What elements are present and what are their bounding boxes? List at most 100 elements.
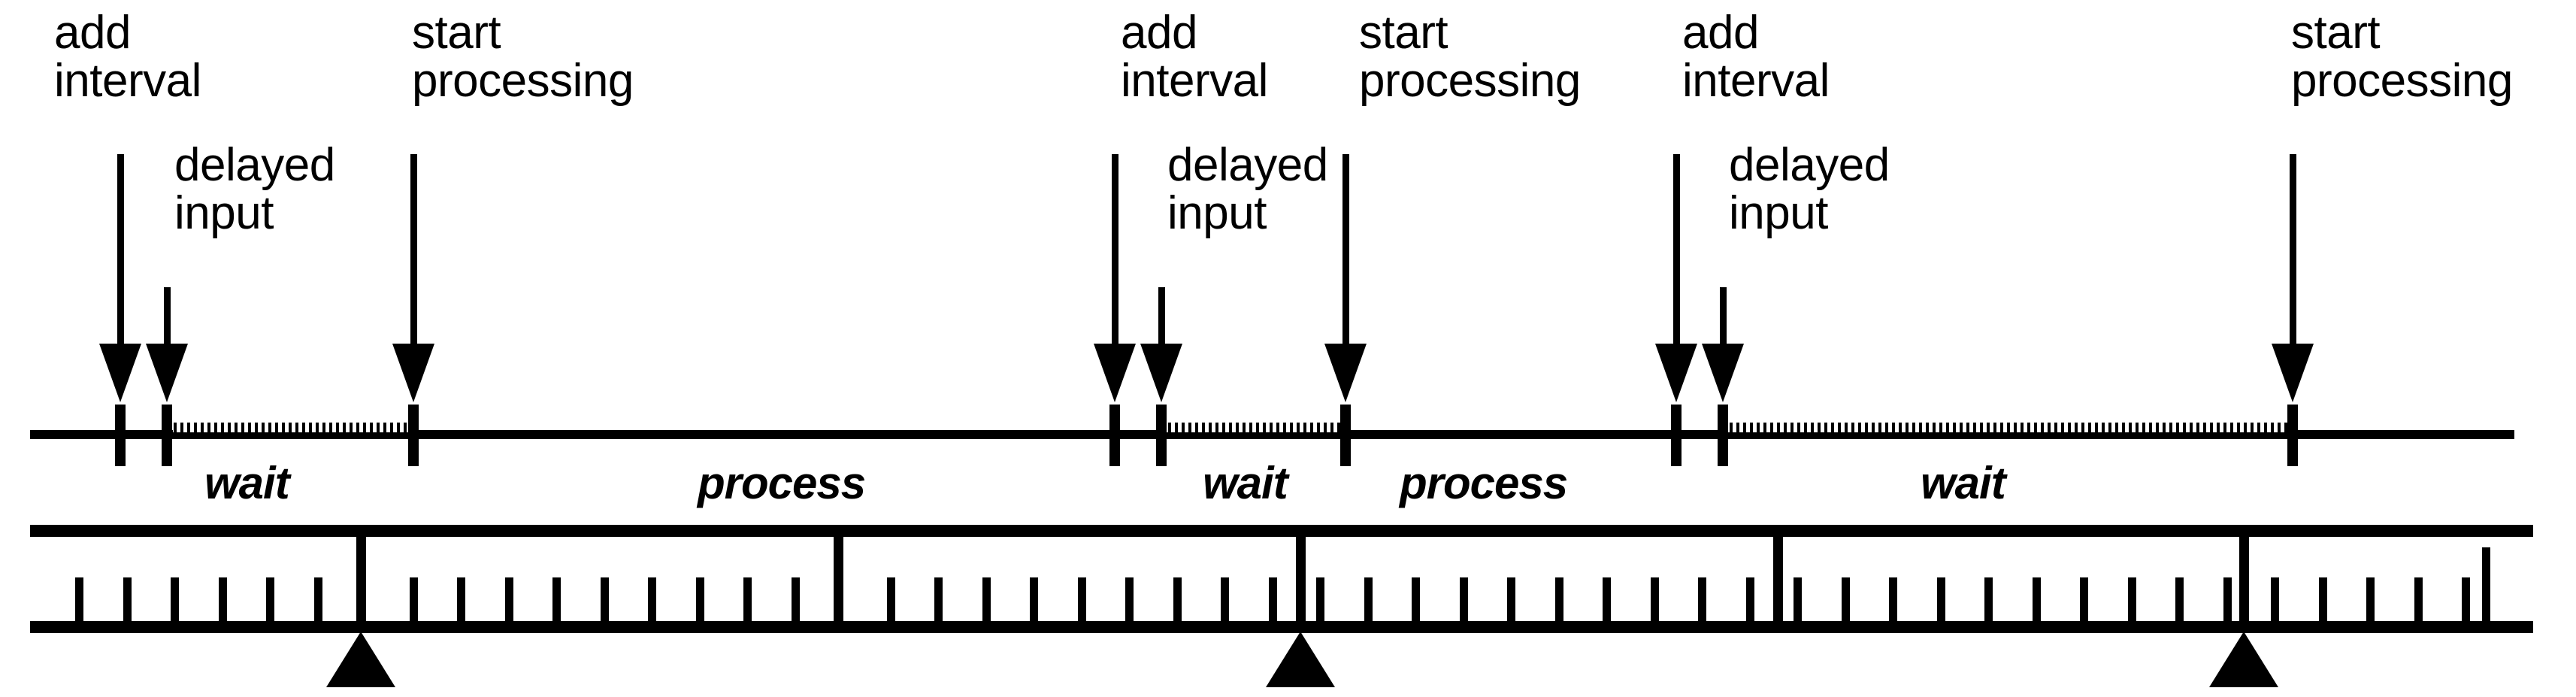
ruler-tick [1125,577,1134,621]
ruler-divider-1 [356,531,366,624]
arrow-head-icon [1702,344,1744,402]
ruler-tick [1984,577,1993,621]
ruler-tick [1936,577,1945,621]
ruler-tick [2080,577,2088,621]
arrow-shaft-icon [1720,287,1727,344]
timeline-event-mark-delayed-input-3[interactable] [1718,405,1728,466]
arrow-head-icon [146,344,188,402]
annotation-label-delayed-input-2: delayed input [1167,139,1328,239]
phase-label-wait-3: wait [1921,458,2006,508]
ruler-tick [2223,577,2232,621]
ruler-tick [982,577,991,621]
timeline-segment-process-1 [412,430,1118,439]
ruler-tick [2032,577,2041,621]
ruler-marker-triangle-2 [1266,632,1335,687]
ruler-tick [457,577,465,621]
ruler-tick [600,577,609,621]
ruler-tick [1221,577,1229,621]
ruler-tick [1173,577,1182,621]
timeline-segment-solid-1 [30,430,173,439]
ruler-tick [791,577,800,621]
ruler-tick-tall [2482,547,2490,621]
ruler-tick [2366,577,2375,621]
ruler-tick [171,577,179,621]
ruler-divider-4 [1773,531,1783,624]
arrow-head-icon [1140,344,1182,402]
annotation-label-add-interval-3: add interval [1682,7,1830,107]
ruler-tick [934,577,943,621]
annotation-label-start-processing-2: start processing [1359,7,1581,107]
ruler-tick [2271,577,2279,621]
ruler-tick [1650,577,1659,621]
annotation-label-start-processing-3: start processing [2291,7,2513,107]
phase-label-wait-1: wait [204,458,290,508]
ruler-marker-triangle-3 [2209,632,2278,687]
ruler-tick [1554,577,1563,621]
ruler-divider-2 [834,531,843,624]
timeline-event-mark-start-processing-1[interactable] [408,405,419,466]
arrow-shaft-icon [410,154,417,344]
arrow-head-icon [99,344,141,402]
ruler-marker-triangle-1 [326,632,395,687]
segment-baseline [1161,432,1348,439]
timeline-segment-solid-4 [2291,430,2514,439]
ruler-tick [1889,577,1897,621]
arrow-head-icon [1655,344,1697,402]
ruler-tick [2462,577,2470,621]
arrow-shaft-icon [1158,287,1165,344]
phase-label-process-2: process [1400,458,1568,508]
timeline-event-mark-add-interval-3[interactable] [1671,405,1682,466]
timeline-segment-process-2 [1344,430,1681,439]
ruler-tick [1507,577,1515,621]
ruler-tick [1745,577,1754,621]
ruler-divider-5 [2239,531,2249,624]
arrow-shaft-icon [164,287,171,344]
timeline-event-mark-add-interval-1[interactable] [115,405,126,466]
ruler-tick [2414,577,2423,621]
arrow-shaft-icon [117,154,124,344]
timeline-segment-wait-1 [167,423,415,439]
timing-diagram: add interval delayed input start process… [0,0,2576,697]
ruler-tick [1794,577,1802,621]
ruler-tick [1316,577,1324,621]
ruler-top-rail [30,525,2533,537]
ruler-tick [1030,577,1038,621]
timeline-event-mark-add-interval-2[interactable] [1109,405,1120,466]
ruler-tick [1077,577,1086,621]
annotation-label-delayed-input-1: delayed input [174,139,335,239]
arrow-shaft-icon [1342,154,1349,344]
arrow-head-icon [1324,344,1367,402]
phase-label-process-1: process [698,458,866,508]
ruler-tick [123,577,132,621]
ruler-tick [552,577,561,621]
segment-baseline [1723,432,2296,439]
timeline-segment-wait-2 [1161,423,1348,439]
ruler-tick [2318,577,2327,621]
ruler-tick [886,577,895,621]
arrow-shaft-icon [2290,154,2296,344]
ruler-tick [409,577,418,621]
ruler-tick [313,577,322,621]
arrow-shaft-icon [1673,154,1680,344]
timeline-event-mark-delayed-input-1[interactable] [162,405,172,466]
annotation-label-add-interval-2: add interval [1121,7,1268,107]
ruler-divider-3 [1296,531,1306,624]
ruler-tick [1459,577,1468,621]
annotation-label-delayed-input-3: delayed input [1729,139,1890,239]
ruler-tick [2127,577,2136,621]
annotation-label-add-interval-1: add interval [54,7,201,107]
ruler-tick [218,577,227,621]
arrow-head-icon [392,344,434,402]
ruler-tick [2175,577,2184,621]
timeline-segment-wait-3 [1723,423,2296,439]
annotation-label-start-processing-1: start processing [412,7,634,107]
arrow-head-icon [1094,344,1136,402]
timeline-event-mark-delayed-input-2[interactable] [1156,405,1167,466]
timeline-event-mark-start-processing-3[interactable] [2287,405,2298,466]
ruler-tick [266,577,274,621]
timeline-event-mark-start-processing-2[interactable] [1340,405,1351,466]
ruler-tick [1698,577,1706,621]
arrow-shaft-icon [1112,154,1118,344]
ruler-tick [1268,577,1277,621]
ruler-tick [648,577,656,621]
